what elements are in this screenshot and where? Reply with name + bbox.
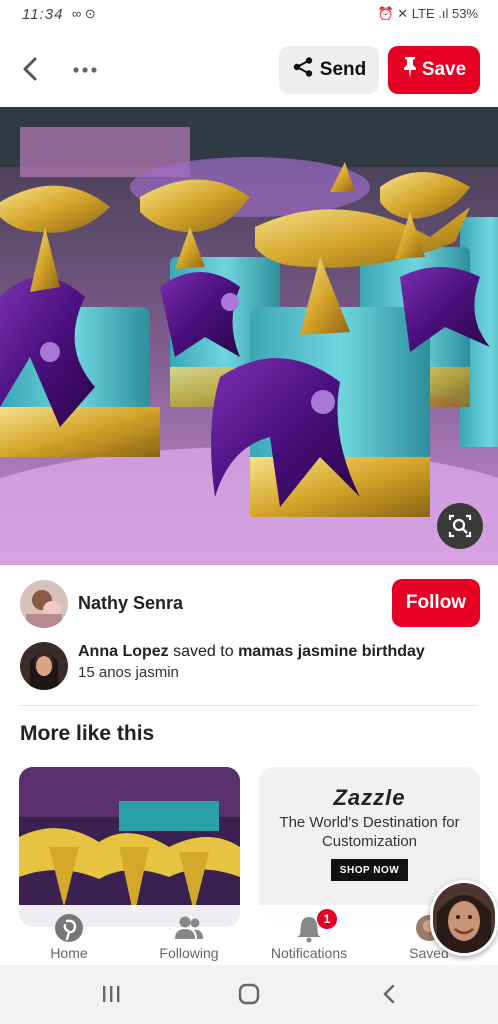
system-navigation-bar bbox=[0, 965, 498, 1024]
lens-search-icon bbox=[448, 514, 472, 538]
back-icon[interactable] bbox=[379, 983, 401, 1010]
back-arrow-icon[interactable] bbox=[16, 54, 46, 84]
saved-to-line: Anna Lopez saved to mamas jasmine birthd… bbox=[78, 643, 425, 661]
shop-now-button[interactable]: SHOP NOW bbox=[331, 859, 408, 881]
visual-search-button[interactable] bbox=[437, 503, 483, 549]
send-button[interactable]: Send bbox=[279, 46, 379, 94]
creator-avatar[interactable] bbox=[20, 580, 68, 628]
recent-apps-icon[interactable] bbox=[100, 983, 122, 1010]
pin-image[interactable] bbox=[0, 107, 498, 565]
nav-notifications-label: Notifications bbox=[270, 945, 348, 961]
pin-note: 15 anos jasmin bbox=[78, 664, 179, 681]
status-system-icons: ⏰ ✕ LTE .ıl 53% bbox=[377, 6, 478, 21]
board-name[interactable]: mamas jasmine birthday bbox=[238, 643, 425, 660]
nav-following-label: Following bbox=[159, 945, 219, 961]
divider bbox=[20, 705, 478, 706]
save-button[interactable]: Save bbox=[388, 46, 480, 94]
share-icon bbox=[292, 56, 314, 84]
notification-count-badge: 1 bbox=[317, 909, 337, 929]
nav-home-label: Home bbox=[50, 945, 88, 961]
save-label: Save bbox=[421, 59, 467, 80]
status-time: 11:34 bbox=[22, 6, 64, 23]
home-icon[interactable] bbox=[237, 983, 261, 1010]
follow-button[interactable]: Follow bbox=[392, 579, 480, 627]
more-like-this-heading: More like this bbox=[20, 722, 155, 745]
saver-name[interactable]: Anna Lopez bbox=[78, 643, 169, 660]
pinterest-logo-icon bbox=[52, 913, 86, 943]
saved-to-text: saved to bbox=[173, 643, 234, 660]
ad-brand-logo: Zazzle bbox=[333, 785, 406, 810]
related-pin-card[interactable] bbox=[19, 767, 240, 927]
bottom-nav: Home Following 1 Notifications Saved bbox=[0, 905, 498, 965]
people-icon bbox=[172, 913, 206, 943]
nav-notifications[interactable]: 1 Notifications bbox=[254, 905, 364, 965]
status-bar: 11:34 ∞ ⊙ ⏰ ✕ LTE .ıl 53% bbox=[0, 0, 498, 30]
more-options-icon[interactable] bbox=[70, 58, 100, 82]
pin-action-bar: Send Save bbox=[0, 40, 498, 100]
floating-chat-bubble[interactable] bbox=[430, 880, 498, 956]
nav-home[interactable]: Home bbox=[14, 905, 124, 965]
ad-tagline: The World's Destination for Customizatio… bbox=[279, 814, 460, 850]
saver-avatar[interactable] bbox=[20, 642, 68, 690]
creator-name[interactable]: Nathy Senra bbox=[78, 593, 183, 614]
pin-icon bbox=[402, 55, 418, 85]
status-notification-icons: ∞ ⊙ bbox=[72, 6, 96, 21]
nav-following[interactable]: Following bbox=[134, 905, 244, 965]
send-label: Send bbox=[319, 59, 367, 80]
